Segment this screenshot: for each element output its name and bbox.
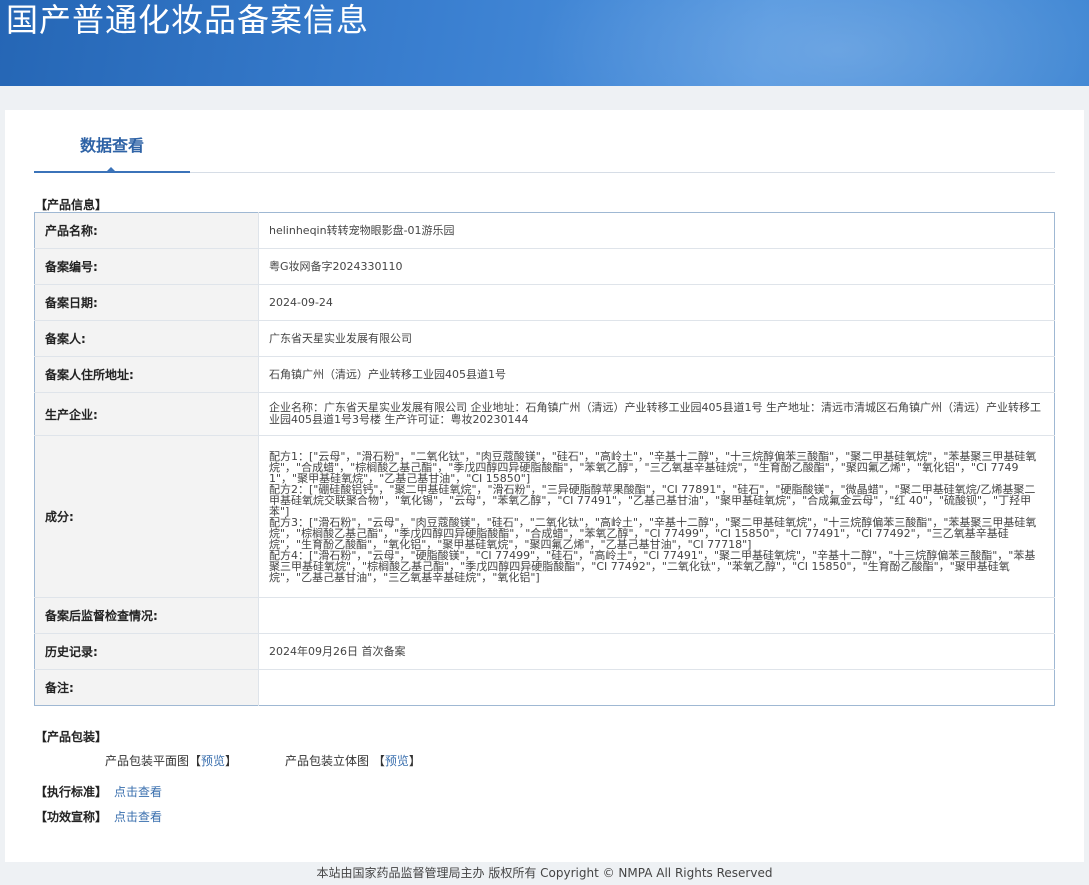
table-row: 成分: 配方1：["云母"，"滑石粉"，"二氧化钛"，"肉豆蔻酸镁"，"硅石"，… [34, 435, 1055, 598]
row-key: 备案日期: [34, 284, 259, 321]
header-banner: 国产普通化妆品备案信息 [0, 0, 1089, 86]
supervision-value [258, 597, 1055, 634]
record-number-value: 粤G妆网备字2024330110 [258, 248, 1055, 285]
tab-data-view[interactable]: 数据查看 [34, 110, 190, 173]
table-row: 产品名称: helinheqin转转宠物眼影盘-01游乐园 [34, 212, 1055, 249]
packaging-flat-row: 产品包装平面图【预览】 [105, 752, 237, 769]
table-row: 备案人住所地址: 石角镇广州（清远）产业转移工业园405县道1号 [34, 356, 1055, 393]
registrant-address-value: 石角镇广州（清远）产业转移工业园405县道1号 [258, 356, 1055, 393]
efficacy-section-label: 【功效宣称】 [35, 810, 108, 824]
packaging-solid-label: 产品包装立体图 [285, 754, 370, 768]
table-row: 生产企业: 企业名称：广东省天星实业发展有限公司 企业地址：石角镇广州（清远）产… [34, 392, 1055, 436]
row-key: 备案后监督检查情况: [34, 597, 259, 634]
row-key: 备案人住所地址: [34, 356, 259, 393]
manufacturer-value: 企业名称：广东省天星实业发展有限公司 企业地址：石角镇广州（清远）产业转移工业园… [258, 392, 1055, 436]
standard-view-link[interactable]: 点击查看 [114, 783, 162, 800]
row-key: 备注: [34, 669, 259, 706]
table-row: 备案编号: 粤G妆网备字2024330110 [34, 248, 1055, 285]
row-key: 成分: [34, 435, 259, 598]
footer-copyright: 本站由国家药品监督管理局主办 版权所有 Copyright © NMPA All… [0, 862, 1089, 885]
packaging-flat-preview-link[interactable]: 预览 [201, 754, 225, 768]
row-key: 产品名称: [34, 212, 259, 249]
content-card: 数据查看 【产品信息】 产品名称: helinheqin转转宠物眼影盘-01游乐… [5, 110, 1084, 862]
bracket: 【 [372, 754, 385, 768]
table-row: 备案人: 广东省天星实业发展有限公司 [34, 320, 1055, 357]
packaging-flat-label: 产品包装平面图 [105, 754, 190, 768]
remarks-value [259, 670, 1055, 706]
packaging-solid-preview-link[interactable]: 预览 [385, 754, 409, 768]
tab-bar: 数据查看 [34, 110, 1055, 173]
bracket: 【 [189, 754, 202, 768]
packaging-section-label: 【产品包装】 [35, 730, 108, 744]
page-title: 国产普通化妆品备案信息 [6, 1, 370, 39]
table-row: 备注: [34, 669, 1055, 706]
record-date-value: 2024-09-24 [258, 284, 1055, 321]
table-row: 备案日期: 2024-09-24 [34, 284, 1055, 321]
bracket: 】 [408, 754, 421, 768]
tab-active-caret [105, 167, 117, 173]
bracket: 】 [225, 754, 238, 768]
row-key: 历史记录: [34, 633, 259, 670]
registrant-value: 广东省天星实业发展有限公司 [258, 320, 1055, 357]
history-value: 2024年09月26日 首次备案 [258, 633, 1055, 670]
product-name-value: helinheqin转转宠物眼影盘-01游乐园 [258, 212, 1055, 249]
product-info-table: 产品名称: helinheqin转转宠物眼影盘-01游乐园 备案编号: 粤G妆网… [34, 212, 1055, 706]
table-row: 历史记录: 2024年09月26日 首次备案 [34, 633, 1055, 670]
packaging-solid-row: 产品包装立体图 【预览】 [285, 752, 421, 769]
row-key: 备案人: [34, 320, 259, 357]
row-key: 生产企业: [34, 392, 259, 436]
ingredients-value: 配方1：["云母"，"滑石粉"，"二氧化钛"，"肉豆蔻酸镁"，"硅石"，"高岭土… [258, 435, 1055, 598]
standard-section-label: 【执行标准】 [35, 785, 108, 799]
table-row: 备案后监督检查情况: [34, 597, 1055, 634]
row-key: 备案编号: [34, 248, 259, 285]
efficacy-view-link[interactable]: 点击查看 [114, 808, 162, 825]
product-info-section-label: 【产品信息】 [35, 198, 108, 212]
